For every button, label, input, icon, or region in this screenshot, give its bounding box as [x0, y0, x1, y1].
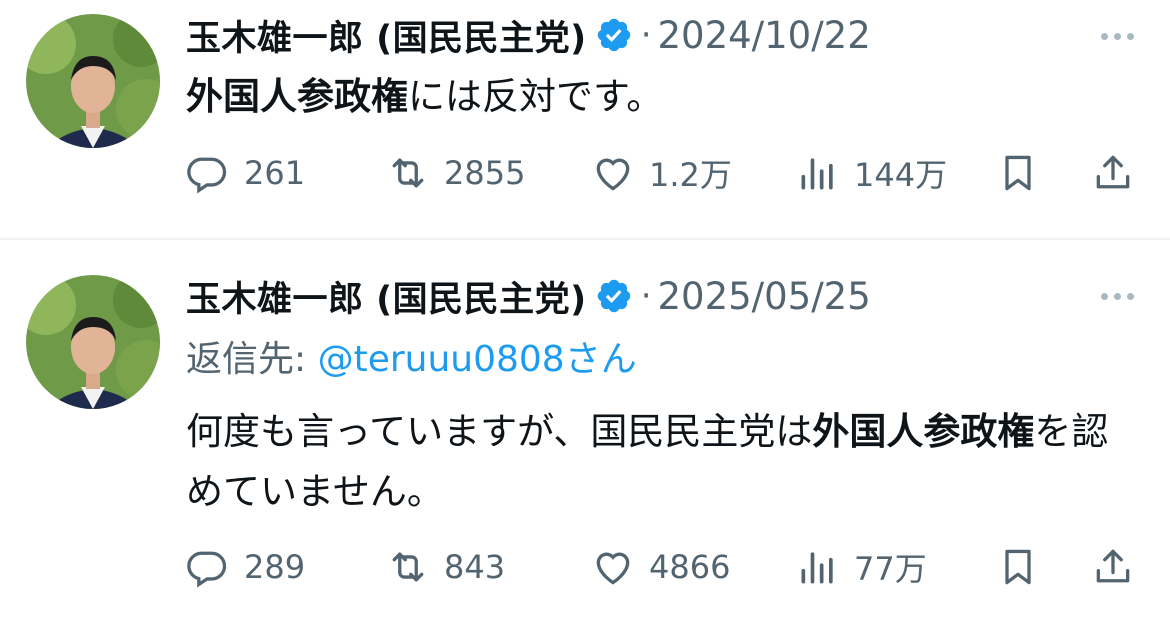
- avatar[interactable]: [26, 14, 160, 148]
- like-count: 1.2万: [649, 156, 732, 194]
- retweet-icon: [392, 552, 424, 582]
- views-icon: [801, 552, 833, 584]
- tweet-date[interactable]: 2025/05/25: [658, 275, 871, 318]
- like-count: 4866: [649, 548, 731, 586]
- tweet-1[interactable]: 玉木雄一郎 (国民民主党) · 2024/10/22 外国人参政権には反対です。…: [0, 0, 1170, 238]
- retweet-count: 843: [444, 548, 506, 586]
- more-icon[interactable]: [1101, 293, 1134, 300]
- tweet-date[interactable]: 2024/10/22: [658, 14, 871, 57]
- tweet-text: 外国人参政権には反対です。: [186, 67, 1136, 127]
- bold-text: 外国人参政権: [186, 75, 408, 118]
- bookmark-button[interactable]: [996, 537, 1040, 597]
- retweet-button[interactable]: 2855: [386, 143, 525, 203]
- separator-dot: ·: [640, 15, 652, 55]
- views-count: 77万: [854, 550, 927, 588]
- views-button[interactable]: 77万: [796, 537, 927, 597]
- reply-count: 289: [244, 548, 306, 586]
- views-count: 144万: [854, 156, 948, 194]
- retweet-count: 2855: [444, 154, 526, 192]
- tweet-header: 玉木雄一郎 (国民民主党) · 2024/10/22: [186, 10, 871, 60]
- reply-suffix: さん: [564, 339, 637, 380]
- reply-icon: [187, 157, 227, 194]
- like-icon: [596, 552, 630, 585]
- retweet-button[interactable]: 843: [386, 537, 505, 597]
- views-button[interactable]: 144万: [796, 143, 947, 203]
- tweet-2[interactable]: 玉木雄一郎 (国民民主党) · 2025/05/25 返信先: @teruuu0…: [0, 240, 1170, 624]
- reply-handle-link[interactable]: @teruuu0808さん: [318, 339, 637, 380]
- text-span: 何度も言っていますが、国民民主党は: [186, 410, 813, 453]
- share-icon: [1096, 549, 1130, 583]
- share-icon: [1096, 155, 1130, 189]
- verified-badge-icon: [595, 16, 633, 54]
- tweet-header: 玉木雄一郎 (国民民主党) · 2025/05/25: [186, 271, 871, 321]
- reply-button[interactable]: 289: [186, 537, 305, 597]
- reply-label: 返信先:: [186, 339, 318, 380]
- share-button[interactable]: [1091, 143, 1135, 203]
- action-bar: 261 2855 1.2万 144万: [186, 143, 1146, 203]
- views-icon: [801, 158, 833, 190]
- author-name[interactable]: 玉木雄一郎 (国民民主党): [186, 10, 587, 61]
- bold-text: 外国人参政権: [812, 410, 1035, 453]
- more-icon[interactable]: [1101, 33, 1134, 40]
- like-button[interactable]: 1.2万: [591, 143, 732, 203]
- like-button[interactable]: 4866: [591, 537, 730, 597]
- reply-handle: @teruuu0808: [317, 339, 565, 380]
- reply-icon: [187, 551, 227, 588]
- reply-count: 261: [244, 154, 306, 192]
- reply-button[interactable]: 261: [186, 143, 305, 203]
- like-icon: [596, 158, 630, 191]
- reply-context: 返信先: @teruuu0808さん: [186, 330, 637, 382]
- share-button[interactable]: [1091, 537, 1135, 597]
- bookmark-icon: [1005, 549, 1031, 585]
- text-span: には反対です。: [408, 75, 664, 118]
- bookmark-button[interactable]: [996, 143, 1040, 203]
- separator-dot: ·: [640, 276, 652, 316]
- bookmark-icon: [1005, 155, 1031, 191]
- author-name[interactable]: 玉木雄一郎 (国民民主党): [186, 271, 587, 322]
- retweet-icon: [392, 158, 424, 188]
- action-bar: 289 843 4866 77万: [186, 537, 1146, 597]
- tweet-text: 何度も言っていますが、国民民主党は外国人参政権を認めていません。: [186, 402, 1136, 522]
- avatar[interactable]: [26, 275, 160, 409]
- verified-badge-icon: [595, 277, 633, 315]
